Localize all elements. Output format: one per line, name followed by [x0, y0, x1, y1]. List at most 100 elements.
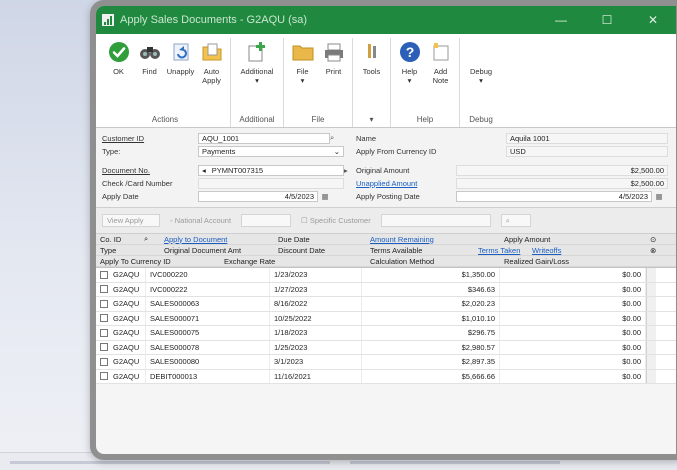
- ribbon-group-help: ? Help ▾ Add Note Help: [391, 38, 460, 127]
- apply-date-field[interactable]: 4/5/2023: [198, 190, 318, 202]
- scrollbar[interactable]: [646, 340, 656, 354]
- col-amount-remaining[interactable]: Amount Remaining: [366, 235, 500, 244]
- row-apply-amount[interactable]: $0.00: [500, 297, 646, 311]
- row-checkbox[interactable]: [100, 285, 108, 294]
- view-apply-button[interactable]: View Apply: [102, 214, 160, 227]
- col-apply-to-document[interactable]: Apply to Document: [160, 235, 274, 244]
- row-co-id: G2AQU: [113, 313, 140, 323]
- chevron-down-icon: ▾: [255, 76, 259, 85]
- lookup-icon[interactable]: ⌕: [140, 234, 160, 244]
- col-calculation-method: Calculation Method: [370, 256, 435, 266]
- unapplied-amount-link[interactable]: Unapplied Amount: [356, 179, 456, 188]
- close-button[interactable]: ✕: [630, 13, 676, 27]
- undo-icon: [169, 40, 193, 64]
- debug-label: Debug: [469, 67, 493, 76]
- row-checkbox[interactable]: [100, 328, 108, 337]
- scrollbar[interactable]: [646, 268, 656, 282]
- auto-apply-button[interactable]: Auto Apply: [196, 38, 227, 113]
- apply-posting-date-field[interactable]: 4/5/2023: [456, 190, 652, 202]
- row-apply-amount[interactable]: $0.00: [500, 369, 646, 383]
- window-title: Apply Sales Documents - G2AQU (sa): [120, 14, 308, 26]
- col-original-document-amt: Original Document Amt: [164, 245, 242, 255]
- national-account-field[interactable]: [241, 214, 292, 227]
- row-document: SALES000078: [146, 340, 270, 354]
- row-due-date: 11/16/2021: [270, 369, 362, 383]
- row-document: IVC000222: [146, 282, 270, 296]
- specific-customer-option[interactable]: ☐ Specific Customer: [301, 216, 371, 225]
- calendar-icon[interactable]: ▦: [652, 192, 666, 201]
- national-account-option[interactable]: ◦ National Account: [170, 216, 231, 225]
- row-co-id: G2AQU: [113, 284, 140, 294]
- row-apply-amount[interactable]: $0.00: [500, 268, 646, 282]
- row-apply-amount[interactable]: $0.00: [500, 311, 646, 325]
- table-row[interactable]: G2AQU IVC000220 1/23/2023 $1,350.00 $0.0…: [96, 268, 676, 283]
- table-row[interactable]: G2AQU SALES000075 1/18/2023 $296.75 $0.0…: [96, 326, 676, 341]
- calendar-icon[interactable]: ▦: [318, 192, 332, 201]
- add-note-button[interactable]: Add Note: [425, 38, 456, 113]
- scrollbar[interactable]: [646, 282, 656, 296]
- row-apply-amount[interactable]: $0.00: [500, 326, 646, 340]
- collapse-icon[interactable]: ⊗: [646, 246, 660, 255]
- customer-id-label: Customer ID: [102, 133, 145, 143]
- lookup-icon[interactable]: ⌕: [330, 133, 344, 143]
- row-checkbox[interactable]: [100, 299, 108, 308]
- auto-apply-label: Auto Apply: [202, 67, 221, 85]
- row-apply-amount[interactable]: $0.00: [500, 340, 646, 354]
- help-button[interactable]: ? Help ▾: [394, 38, 425, 113]
- filter-lookup-button[interactable]: ⌕: [500, 214, 531, 227]
- row-amount-remaining: $296.75: [362, 326, 500, 340]
- ok-button[interactable]: OK: [103, 38, 134, 113]
- row-amount-remaining: $2,980.57: [362, 340, 500, 354]
- find-button[interactable]: Find: [134, 38, 165, 113]
- group-label-debug: Debug: [469, 115, 493, 124]
- type-select[interactable]: Payments ⌄: [198, 145, 344, 157]
- row-checkbox[interactable]: [100, 270, 108, 279]
- ribbon-group-actions: OK Find Unapply Auto Apply Actions: [100, 38, 231, 127]
- specific-customer-field[interactable]: [380, 214, 491, 227]
- row-apply-amount[interactable]: $0.00: [500, 355, 646, 369]
- scrollbar[interactable]: [646, 311, 656, 325]
- row-checkbox[interactable]: [100, 343, 108, 352]
- row-due-date: 10/25/2022: [270, 311, 362, 325]
- grid-header: Co. ID ⌕ Apply to Document Due Date Amou…: [96, 234, 676, 268]
- unapplied-amount-field: $2,500.00: [456, 177, 668, 189]
- print-button[interactable]: Print: [318, 38, 349, 113]
- ribbon-toolbar: OK Find Unapply Auto Apply Actions Addit…: [96, 34, 676, 128]
- minimize-button[interactable]: —: [538, 13, 584, 27]
- chevron-down-icon: ▾: [479, 76, 483, 85]
- table-row[interactable]: G2AQU IVC000222 1/27/2023 $346.63 $0.00: [96, 282, 676, 297]
- unapply-button[interactable]: Unapply: [165, 38, 196, 113]
- col-writeoffs[interactable]: Writeoffs: [528, 246, 646, 255]
- scrollbar[interactable]: [646, 369, 656, 383]
- type-label: Type:: [102, 146, 121, 156]
- next-arrow-icon[interactable]: ▸: [344, 166, 356, 175]
- row-due-date: 1/27/2023: [270, 282, 362, 296]
- debug-button[interactable]: Debug ▾: [463, 38, 499, 113]
- tools-button[interactable]: Tools: [356, 38, 387, 113]
- table-row[interactable]: G2AQU SALES000080 3/1/2023 $2,897.35 $0.…: [96, 355, 676, 370]
- table-row[interactable]: G2AQU SALES000078 1/25/2023 $2,980.57 $0…: [96, 340, 676, 355]
- row-checkbox[interactable]: [100, 314, 108, 323]
- table-row[interactable]: G2AQU SALES000063 8/16/2022 $2,020.23 $0…: [96, 297, 676, 312]
- additional-button[interactable]: Additional ▾: [234, 38, 280, 113]
- customer-id-field[interactable]: AQU_1001: [198, 132, 330, 144]
- table-row[interactable]: G2AQU DEBIT000013 11/16/2021 $5,666.66 $…: [96, 369, 676, 384]
- svg-text:?: ?: [405, 44, 414, 60]
- scrollbar[interactable]: [646, 355, 656, 369]
- row-document: SALES000071: [146, 311, 270, 325]
- scrollbar[interactable]: [646, 326, 656, 340]
- prev-arrow-icon[interactable]: ◂: [202, 166, 206, 175]
- maximize-button[interactable]: ☐: [584, 13, 630, 27]
- file-button[interactable]: File ▾: [287, 38, 318, 113]
- row-checkbox[interactable]: [100, 357, 108, 366]
- row-apply-amount[interactable]: $0.00: [500, 282, 646, 296]
- table-row[interactable]: G2AQU SALES000071 10/25/2022 $1,010.10 $…: [96, 311, 676, 326]
- row-checkbox[interactable]: [100, 372, 108, 381]
- row-co-id: G2AQU: [113, 270, 140, 280]
- col-terms-taken[interactable]: Terms Taken: [474, 246, 528, 255]
- col-apply-amount: Apply Amount: [504, 234, 551, 244]
- expand-icon[interactable]: ⊙: [646, 235, 660, 244]
- document-no-field[interactable]: ◂ PYMNT007315: [198, 164, 344, 176]
- row-document: SALES000075: [146, 326, 270, 340]
- scrollbar[interactable]: [646, 297, 656, 311]
